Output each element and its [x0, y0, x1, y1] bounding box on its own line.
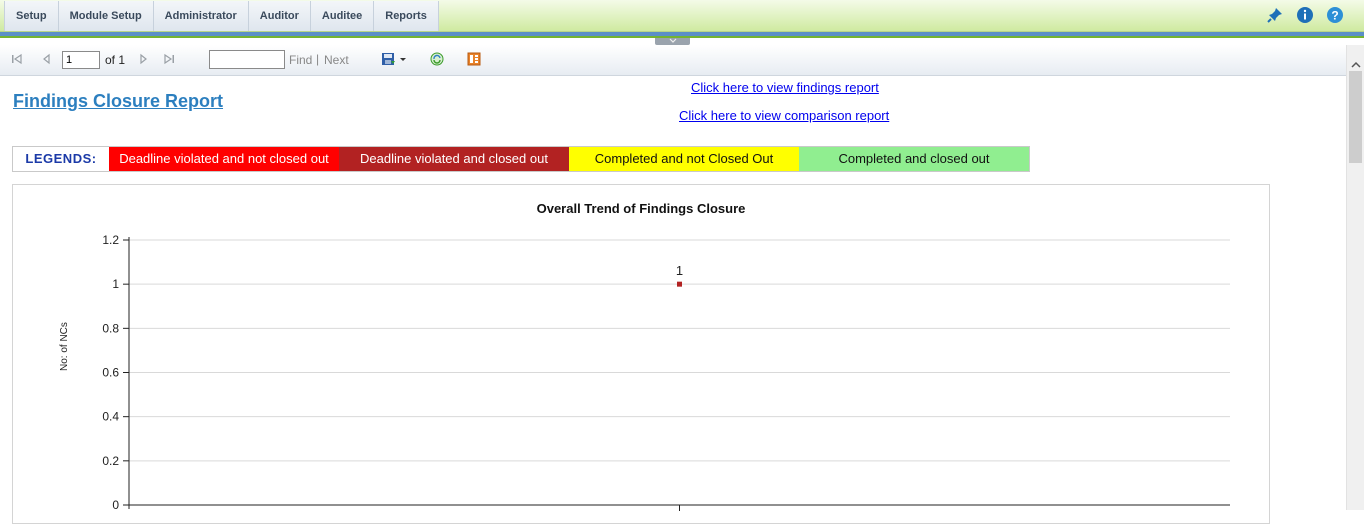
previous-page-icon[interactable] [40, 52, 54, 66]
last-page-icon[interactable] [162, 52, 176, 66]
export-save-icon[interactable] [381, 52, 409, 66]
svg-text:?: ? [1331, 9, 1338, 23]
scrollbar-thumb[interactable] [1349, 71, 1362, 163]
legend-item-deadline-violated-closed: Deadline violated and closed out [339, 147, 569, 171]
chart-plot-area: 00.20.40.60.811.21 [102, 233, 1230, 512]
find-link[interactable]: Find [289, 53, 312, 67]
y-tick-label: 1.2 [102, 233, 119, 247]
menu-item-module-setup[interactable]: Module Setup [58, 1, 154, 31]
pin-icon[interactable] [1266, 6, 1284, 24]
next-page-icon[interactable] [136, 52, 150, 66]
view-comparison-report-link[interactable]: Click here to view comparison report [679, 108, 889, 123]
y-tick-label: 0.4 [102, 410, 119, 424]
y-tick-label: 0.6 [102, 366, 119, 380]
vertical-scrollbar[interactable] [1346, 45, 1364, 510]
legend-title: LEGENDS: [13, 147, 109, 171]
find-next-link[interactable]: Next [324, 53, 349, 67]
y-tick-label: 1 [112, 277, 119, 291]
info-icon[interactable] [1296, 6, 1314, 24]
trend-chart: Overall Trend of Findings Closure No: of… [12, 184, 1270, 524]
report-viewer-toolbar: of 1 Find | Next [0, 45, 1346, 76]
legend-item-deadline-violated-not-closed: Deadline violated and not closed out [109, 147, 339, 171]
data-label: 1 [676, 263, 683, 278]
page-number-input[interactable] [62, 51, 100, 69]
legend-bar: LEGENDS: Deadline violated and not close… [12, 146, 1030, 172]
first-page-icon[interactable] [10, 52, 24, 66]
menu-item-auditee[interactable]: Auditee [310, 1, 375, 31]
print-layout-icon[interactable] [467, 52, 481, 66]
collapse-header-tab[interactable] [655, 38, 690, 45]
y-tick-label: 0.8 [102, 321, 119, 335]
menu-item-setup[interactable]: Setup [4, 1, 59, 31]
report-title: Findings Closure Report [13, 91, 224, 111]
top-menu-bar: Setup Module Setup Administrator Auditor… [0, 0, 1364, 32]
help-icon[interactable]: ? [1326, 6, 1344, 24]
main-menu: Setup Module Setup Administrator Auditor… [4, 1, 439, 31]
menu-item-auditor[interactable]: Auditor [248, 1, 311, 31]
y-tick-label: 0.2 [102, 454, 119, 468]
refresh-icon[interactable] [430, 52, 444, 66]
menu-item-administrator[interactable]: Administrator [153, 1, 249, 31]
top-icons: ? [1266, 6, 1344, 24]
chevron-down-icon [669, 38, 676, 43]
data-point [677, 281, 682, 287]
menu-item-reports[interactable]: Reports [374, 1, 439, 31]
legend-item-completed-not-closed: Completed and not Closed Out [569, 147, 799, 171]
find-text-input[interactable] [209, 50, 285, 69]
legend-item-completed-closed: Completed and closed out [799, 147, 1029, 171]
view-findings-report-link[interactable]: Click here to view findings report [691, 80, 879, 95]
find-separator: | [316, 52, 320, 66]
page-count-label: of 1 [105, 53, 126, 67]
